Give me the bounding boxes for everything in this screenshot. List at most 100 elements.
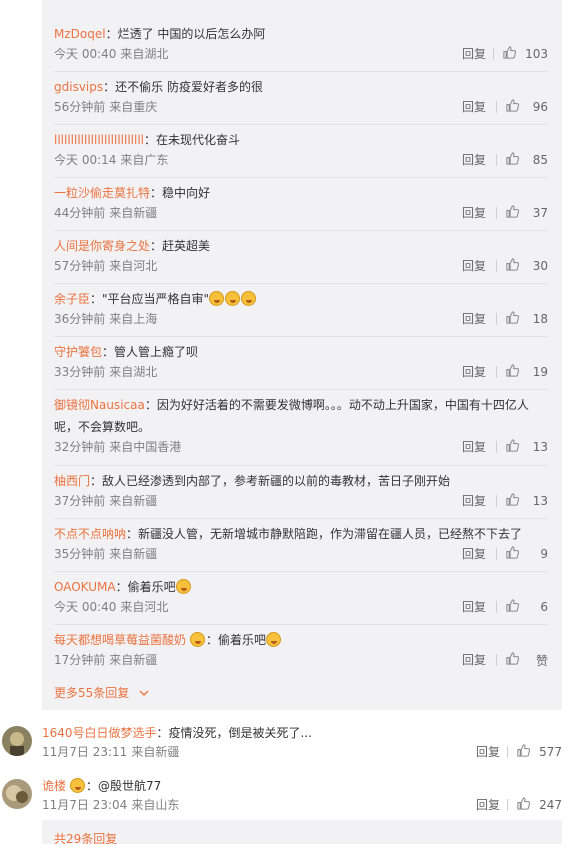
like-count: 96 xyxy=(532,100,548,114)
reply-content: 每天都想喝草莓益菌酸奶 ：偷着乐吧 xyxy=(54,631,548,649)
reply-item: lllllllllllllllllllllllllll：在未现代化奋斗今天 00… xyxy=(54,125,548,178)
thumbs-up-icon xyxy=(505,151,520,169)
username-link[interactable]: 一粒沙偷走莫扎特 xyxy=(54,186,150,200)
reply-button[interactable]: 回复 xyxy=(462,599,486,615)
username-link[interactable]: 御镜彻Nausicaa xyxy=(54,398,145,412)
reply-button[interactable]: 回复 xyxy=(462,652,486,668)
thumbs-up-icon xyxy=(505,545,520,563)
divider xyxy=(496,207,497,219)
reply-item: 不点不点呐呐：新疆没人管，无新增城市静默陪跑，作为滞留在疆人员，已经熬不下去了 3… xyxy=(54,519,548,572)
like-count: 19 xyxy=(532,365,548,379)
reply-text: ：在未现代化奋斗 xyxy=(144,133,241,147)
reply-source: 来自湖北 xyxy=(109,365,158,379)
reply-button[interactable]: 回复 xyxy=(462,99,486,115)
reply-button[interactable]: 回复 xyxy=(462,152,486,168)
username-link[interactable]: OAOKUMA xyxy=(54,580,116,594)
reply-meta: 35分钟前 来自新疆 xyxy=(54,546,157,562)
like-button[interactable]: 96 xyxy=(496,98,548,116)
reply-item: 每天都想喝草莓益菌酸奶 ：偷着乐吧 17分钟前 来自新疆 回复 赞 xyxy=(54,625,548,678)
reply-item: 1640号白日做梦选手：疫情没死，倒是被关死了... 11月7日 23:11 来自新… xyxy=(42,724,562,764)
username-link[interactable]: 人间是你寄身之处 xyxy=(54,239,150,253)
avatar[interactable] xyxy=(2,726,32,756)
username-link[interactable]: 诡楼 xyxy=(42,779,66,793)
emoji-icon xyxy=(175,579,191,594)
reply-button[interactable]: 回复 xyxy=(462,46,486,62)
username-link[interactable]: 1640号白日做梦选手 xyxy=(42,726,157,740)
like-count: 13 xyxy=(532,494,548,508)
reply-button[interactable]: 回复 xyxy=(462,258,486,274)
divider xyxy=(496,154,497,166)
divider xyxy=(496,495,497,507)
like-button[interactable]: 577 xyxy=(507,743,562,761)
like-button[interactable]: 30 xyxy=(496,257,548,275)
reply-button[interactable]: 回复 xyxy=(462,546,486,562)
reply-meta: 36分钟前 来自上海 xyxy=(54,311,157,327)
username-link[interactable]: lllllllllllllllllllllllllll xyxy=(54,133,144,147)
reply-content: 1640号白日做梦选手：疫情没死，倒是被关死了... xyxy=(42,724,562,742)
reply-source: 来自重庆 xyxy=(109,100,158,114)
reply-text: ：因为好好活着的不需要发微博啊。。。动不动上升国家，中国有十四亿人 xyxy=(144,398,529,412)
more-replies-link[interactable]: 更多55条回复 xyxy=(54,684,149,702)
reply-item: 御镜彻Nausicaa：因为好好活着的不需要发微博啊。。。动不动上升国家，中国有… xyxy=(54,390,548,466)
thumbs-up-icon xyxy=(505,98,520,116)
bottom-more-replies-link[interactable]: 共29条回复 xyxy=(54,830,117,844)
reply-time: 37分钟前 xyxy=(54,494,106,508)
username-link[interactable]: gdisvips xyxy=(54,80,103,94)
divider xyxy=(496,441,497,453)
reply-meta: 57分钟前 来自河北 xyxy=(54,258,157,274)
reply-content: 不点不点呐呐：新疆没人管，无新增城市静默陪跑，作为滞留在疆人员，已经熬不下去了 xyxy=(54,525,548,543)
reply-item: MzDoqel：烂透了 中国的以后怎么办阿 今天 00:40 来自湖北 回复 103 xyxy=(54,19,548,72)
reply-text: ：疫情没死，倒是被关死了... xyxy=(156,726,312,740)
divider xyxy=(496,548,497,560)
reply-meta: 56分钟前 来自重庆 xyxy=(54,99,157,115)
like-button[interactable]: 85 xyxy=(496,151,548,169)
like-button[interactable]: 247 xyxy=(507,796,562,814)
reply-text: ：烂透了 中国的以后怎么办阿 xyxy=(105,27,266,41)
reply-text: ：赶英超美 xyxy=(150,239,211,253)
reply-source: 来自上海 xyxy=(109,312,158,326)
reply-button[interactable]: 回复 xyxy=(462,493,486,509)
reply-button[interactable]: 回复 xyxy=(462,311,486,327)
like-button[interactable]: 13 xyxy=(496,492,548,510)
username-link[interactable]: 守护饕包 xyxy=(54,345,102,359)
username-link[interactable]: 柚西门 xyxy=(54,474,90,488)
reply-button[interactable]: 回复 xyxy=(462,439,486,455)
reply-content: 御镜彻Nausicaa：因为好好活着的不需要发微博啊。。。动不动上升国家，中国有… xyxy=(54,396,548,414)
like-button[interactable]: 103 xyxy=(493,45,548,63)
reply-content: OAOKUMA：偷着乐吧 xyxy=(54,578,548,596)
reply-button[interactable]: 回复 xyxy=(462,364,486,380)
thumbs-up-icon xyxy=(505,310,520,328)
like-count: 赞 xyxy=(535,653,548,668)
reply-text-continued: 呢，不会算数吧。 xyxy=(54,420,151,434)
reply-button[interactable]: 回复 xyxy=(476,744,500,760)
reply-button[interactable]: 回复 xyxy=(462,205,486,221)
reply-button[interactable]: 回复 xyxy=(476,797,500,813)
username-link[interactable]: 每天都想喝草莓益菌酸奶 xyxy=(54,633,186,647)
reply-text: ：偷着乐吧 xyxy=(115,580,176,594)
like-button[interactable]: 赞 xyxy=(496,651,548,669)
divider xyxy=(493,48,495,60)
like-count: 103 xyxy=(525,47,548,61)
like-button[interactable]: 9 xyxy=(496,545,548,563)
like-button[interactable]: 6 xyxy=(496,598,548,616)
reply-text: ：稳中向好 xyxy=(150,186,211,200)
username-link[interactable]: 余子臣 xyxy=(54,292,90,306)
username-link[interactable]: MzDoqel xyxy=(54,27,106,41)
reply-source: 来自新疆 xyxy=(109,547,158,561)
reply-meta: 今天 00:40 来自河北 xyxy=(54,599,168,615)
like-button[interactable]: 19 xyxy=(496,363,548,381)
divider xyxy=(496,654,497,666)
reply-time: 56分钟前 xyxy=(54,100,106,114)
reply-text: ：@殷世航77 xyxy=(86,779,162,793)
username-link[interactable]: 不点不点呐呐 xyxy=(54,527,126,541)
reply-time: 今天 00:14 xyxy=(54,153,117,167)
like-button[interactable]: 37 xyxy=(496,204,548,222)
reply-text: ：新疆没人管，无新增城市静默陪跑，作为滞留在疆人员，已经熬不下去了 xyxy=(126,527,523,541)
avatar[interactable] xyxy=(2,779,32,809)
user-badge-icon xyxy=(190,632,206,647)
reply-item: 一粒沙偷走莫扎特：稳中向好 44分钟前 来自新疆 回复 37 xyxy=(54,178,548,231)
reply-item: gdisvips：还不偷乐 防疫爱好者多的很 56分钟前 来自重庆 回复 96 xyxy=(54,72,548,125)
like-button[interactable]: 13 xyxy=(496,438,548,456)
divider xyxy=(496,601,497,613)
like-button[interactable]: 18 xyxy=(496,310,548,328)
